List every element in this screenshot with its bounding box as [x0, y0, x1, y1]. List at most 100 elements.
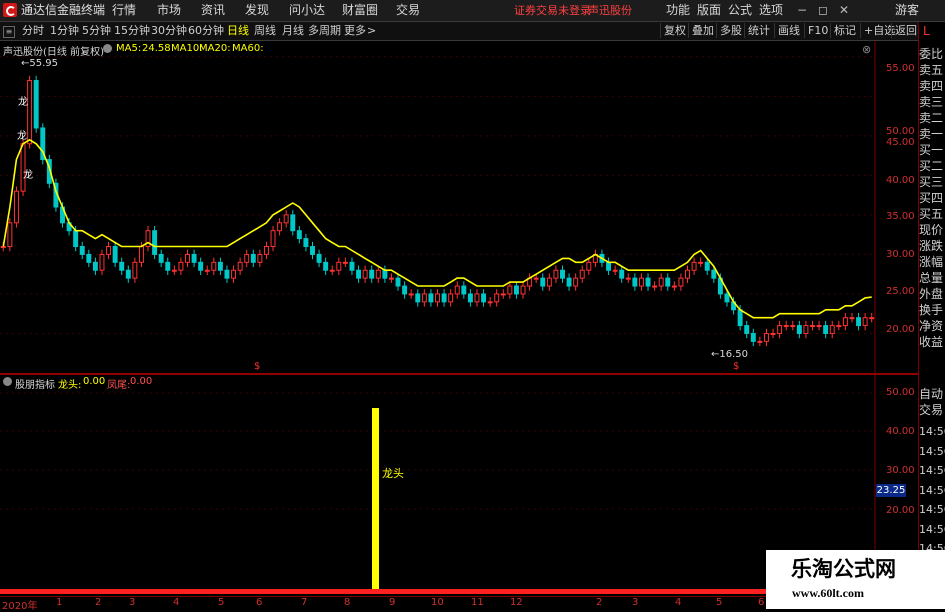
menu-caifuquan[interactable]: 财富圈 [342, 0, 378, 21]
candle-body [566, 277, 572, 287]
fuquan-button[interactable]: 复权 [660, 23, 689, 38]
candle-body [586, 261, 592, 271]
y-tick-sub: 20.00 [886, 505, 915, 516]
longtou-bar-label: 龙头 [382, 467, 404, 480]
bottom-red-band [0, 589, 766, 594]
huaxian-button[interactable]: 画线 [774, 23, 803, 38]
duogu-button[interactable]: 多股 [716, 23, 745, 38]
restore-icon[interactable]: ◻ [815, 2, 831, 18]
period-60min[interactable]: 60分钟 [188, 22, 224, 40]
period-more[interactable]: 更多 [344, 22, 366, 40]
current-value-badge: 23.25 [876, 484, 906, 497]
candle-body [73, 230, 79, 248]
settings-dot-icon[interactable] [103, 44, 112, 53]
period-multi[interactable]: 多周期 [308, 22, 341, 40]
y-tick-sub: 30.00 [886, 465, 915, 476]
candle-body [513, 285, 519, 295]
candle-body [520, 285, 526, 295]
grid-menu-icon[interactable]: ≡ [3, 26, 15, 38]
y-tick-main: 45.00 [886, 137, 915, 148]
side-item: 卖一 [919, 127, 944, 141]
close-icon[interactable]: ✕ [836, 2, 852, 18]
period-30min[interactable]: 30分钟 [151, 22, 187, 40]
y-tick-main: 40.00 [886, 175, 915, 186]
candle-body [810, 325, 815, 328]
minimize-icon[interactable]: − [794, 2, 810, 18]
menu-hangqing[interactable]: 行情 [112, 0, 136, 21]
side-time: 14:56 [919, 444, 945, 458]
menu-zixun[interactable]: 资讯 [201, 0, 225, 21]
period-15min[interactable]: 15分钟 [114, 22, 150, 40]
period-5min[interactable]: 5分钟 [82, 22, 111, 40]
diejia-button[interactable]: 叠加 [688, 23, 717, 38]
candle-body [461, 285, 467, 295]
candle-body [435, 293, 440, 303]
candle-body [487, 301, 493, 304]
candle-body [0, 246, 6, 249]
candle-body [356, 269, 362, 279]
side-item: 买三 [919, 175, 944, 189]
menu-xuanxiang[interactable]: 选项 [759, 0, 783, 21]
candle-body [349, 261, 355, 271]
biaoji-button[interactable]: 标记 [830, 23, 859, 38]
x-tick: 5 [218, 597, 225, 608]
top-menu-bar: 通达信金融终端 行情 市场 资讯 发现 问小达 财富圈 交易 证券交易未登录 声… [0, 0, 945, 22]
login-notice[interactable]: 证券交易未登录 [514, 0, 591, 21]
user-label[interactable]: 游客 [895, 0, 919, 21]
chevron-right-icon[interactable]: > [367, 22, 376, 40]
period-fenshi[interactable]: 分时 [22, 22, 44, 40]
candle-body [783, 325, 789, 328]
menu-gongshi[interactable]: 公式 [728, 0, 752, 21]
longtou-label: 龙头: [58, 380, 82, 391]
menu-faxian[interactable]: 发现 [245, 0, 269, 21]
period-month[interactable]: 月线 [282, 22, 304, 40]
candle-body [454, 285, 460, 295]
candle-body [369, 269, 375, 279]
side-trade[interactable]: 交易 [919, 402, 945, 418]
main-kline-chart[interactable] [0, 41, 918, 373]
y-tick-main: 50.00 [886, 126, 915, 137]
f10-button[interactable]: F10 [804, 23, 831, 38]
candle-body [836, 325, 842, 328]
candle-body [763, 332, 769, 342]
menu-wenxiaoda[interactable]: 问小达 [289, 0, 325, 21]
side-auto[interactable]: 自动 [919, 386, 945, 402]
candle-body [336, 261, 342, 271]
candle-body [829, 325, 835, 334]
period-day[interactable]: 日线 [227, 22, 249, 40]
candle-body [474, 293, 480, 303]
menu-jiaoyi[interactable]: 交易 [396, 0, 420, 21]
fanhui-button[interactable]: 返回 [891, 23, 920, 38]
menu-shichang[interactable]: 市场 [157, 0, 181, 21]
candle-body [342, 261, 348, 264]
candle-body [362, 269, 368, 279]
period-bar: ≡ 分时 1分钟 5分钟 15分钟 30分钟 60分钟 日线 周线 月线 多周期… [0, 22, 945, 41]
candle-body [303, 238, 309, 248]
side-item: 卖五 [919, 63, 944, 77]
menu-banmian[interactable]: 版面 [697, 0, 721, 21]
close-chart-icon[interactable]: ⊗ [862, 43, 871, 56]
tongji-button[interactable]: 统计 [744, 23, 773, 38]
candle-body [691, 261, 697, 271]
period-week[interactable]: 周线 [254, 22, 276, 40]
candle-body [290, 214, 296, 232]
s-marker-2: $ [733, 361, 740, 372]
candle-body [560, 269, 565, 279]
candle-body [704, 261, 710, 271]
candle-body [652, 285, 658, 288]
sub-settings-dot-icon[interactable] [3, 377, 12, 386]
candle-body [494, 293, 500, 303]
x-tick: 2 [95, 597, 102, 608]
candle-body [441, 293, 447, 303]
side-corner[interactable]: L [923, 24, 930, 38]
candle-body [724, 293, 730, 303]
side-item: 买一 [919, 143, 944, 157]
period-1min[interactable]: 1分钟 [50, 22, 79, 40]
app-title: 通达信金融终端 [21, 3, 106, 17]
y-tick-sub: 50.00 [886, 387, 915, 398]
candle-body [323, 261, 329, 271]
side-time: 14:56 [919, 503, 945, 516]
menu-gongneng[interactable]: 功能 [666, 0, 690, 21]
candle-body [250, 253, 256, 263]
side-time: 14:56 [919, 522, 945, 536]
